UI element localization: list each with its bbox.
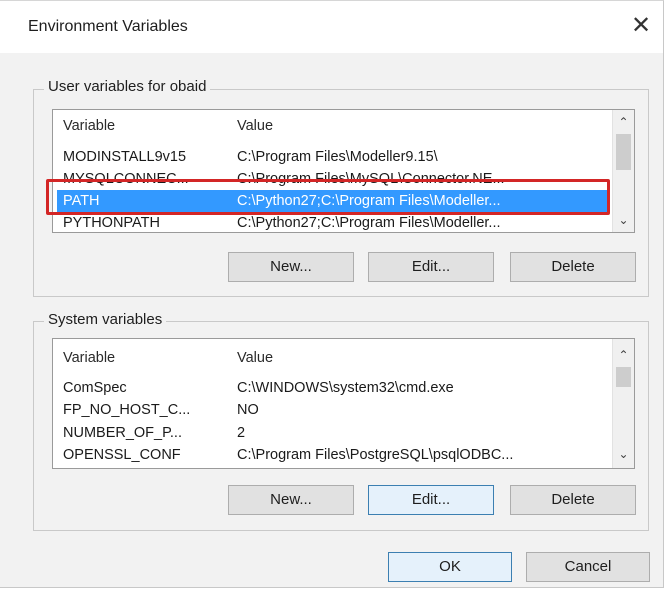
path-highlight-annotation — [46, 179, 610, 215]
system-edit-button[interactable]: Edit... — [368, 485, 494, 515]
column-header-value[interactable]: Value — [237, 347, 597, 369]
close-icon[interactable]: ✕ — [627, 13, 655, 41]
list-item[interactable]: PYTHONPATH C:\Python27;C:\Program Files\… — [57, 212, 607, 232]
cancel-button[interactable]: Cancel — [526, 552, 650, 582]
variable-name: MODINSTALL9v15 — [63, 149, 187, 165]
user-variables-legend: User variables for obaid — [44, 78, 211, 95]
variable-name: OPENSSL_CONF — [63, 447, 181, 463]
list-item[interactable]: NUMBER_OF_P... 2 — [57, 422, 607, 444]
system-new-button[interactable]: New... — [228, 485, 354, 515]
system-variables-legend: System variables — [44, 311, 167, 328]
variable-value: NO — [237, 402, 259, 418]
list-item[interactable]: MODINSTALL9v15 C:\Program Files\Modeller… — [57, 146, 607, 168]
variable-value: C:\Program Files\PostgreSQL\psqlODBC... — [237, 447, 514, 463]
variable-name: ComSpec — [63, 380, 127, 396]
scroll-down-icon[interactable]: ⌄ — [613, 444, 634, 464]
scroll-up-icon[interactable]: ⌃ — [613, 345, 634, 365]
environment-variables-dialog: Environment Variables ✕ User variables f… — [0, 0, 664, 588]
variable-name: PYTHONPATH — [63, 215, 160, 231]
scroll-thumb[interactable] — [616, 134, 631, 170]
list-item[interactable]: ComSpec C:\WINDOWS\system32\cmd.exe — [57, 377, 607, 399]
list-item[interactable]: OPENSSL_CONF C:\Program Files\PostgreSQL… — [57, 444, 607, 466]
variable-value: C:\Program Files\Modeller9.15\ — [237, 149, 438, 165]
ok-button[interactable]: OK — [388, 552, 512, 582]
scroll-down-icon[interactable]: ⌄ — [613, 210, 634, 230]
user-edit-button[interactable]: Edit... — [368, 252, 494, 282]
list-item[interactable]: FP_NO_HOST_C... NO — [57, 399, 607, 421]
system-delete-button[interactable]: Delete — [510, 485, 636, 515]
column-header-variable[interactable]: Variable — [63, 347, 227, 369]
list-header: Variable Value — [57, 347, 607, 369]
vertical-scrollbar[interactable]: ⌃ ⌄ — [612, 110, 634, 232]
title-bar: Environment Variables ✕ — [0, 1, 663, 53]
dialog-title: Environment Variables — [28, 18, 188, 35]
scroll-up-icon[interactable]: ⌃ — [613, 112, 634, 132]
scroll-thumb[interactable] — [616, 367, 631, 387]
system-variables-list[interactable]: Variable Value ComSpec C:\WINDOWS\system… — [52, 338, 635, 469]
list-header: Variable Value — [57, 115, 607, 137]
variable-value: C:\WINDOWS\system32\cmd.exe — [237, 380, 454, 396]
variable-value: C:\Python27;C:\Program Files\Modeller... — [237, 215, 501, 231]
variable-value: 2 — [237, 425, 246, 441]
variable-name: NUMBER_OF_P... — [63, 425, 182, 441]
user-new-button[interactable]: New... — [228, 252, 354, 282]
user-delete-button[interactable]: Delete — [510, 252, 636, 282]
column-header-variable[interactable]: Variable — [63, 115, 227, 137]
column-header-value[interactable]: Value — [237, 115, 597, 137]
variable-name: FP_NO_HOST_C... — [63, 402, 191, 418]
vertical-scrollbar[interactable]: ⌃ ⌄ — [612, 339, 634, 468]
